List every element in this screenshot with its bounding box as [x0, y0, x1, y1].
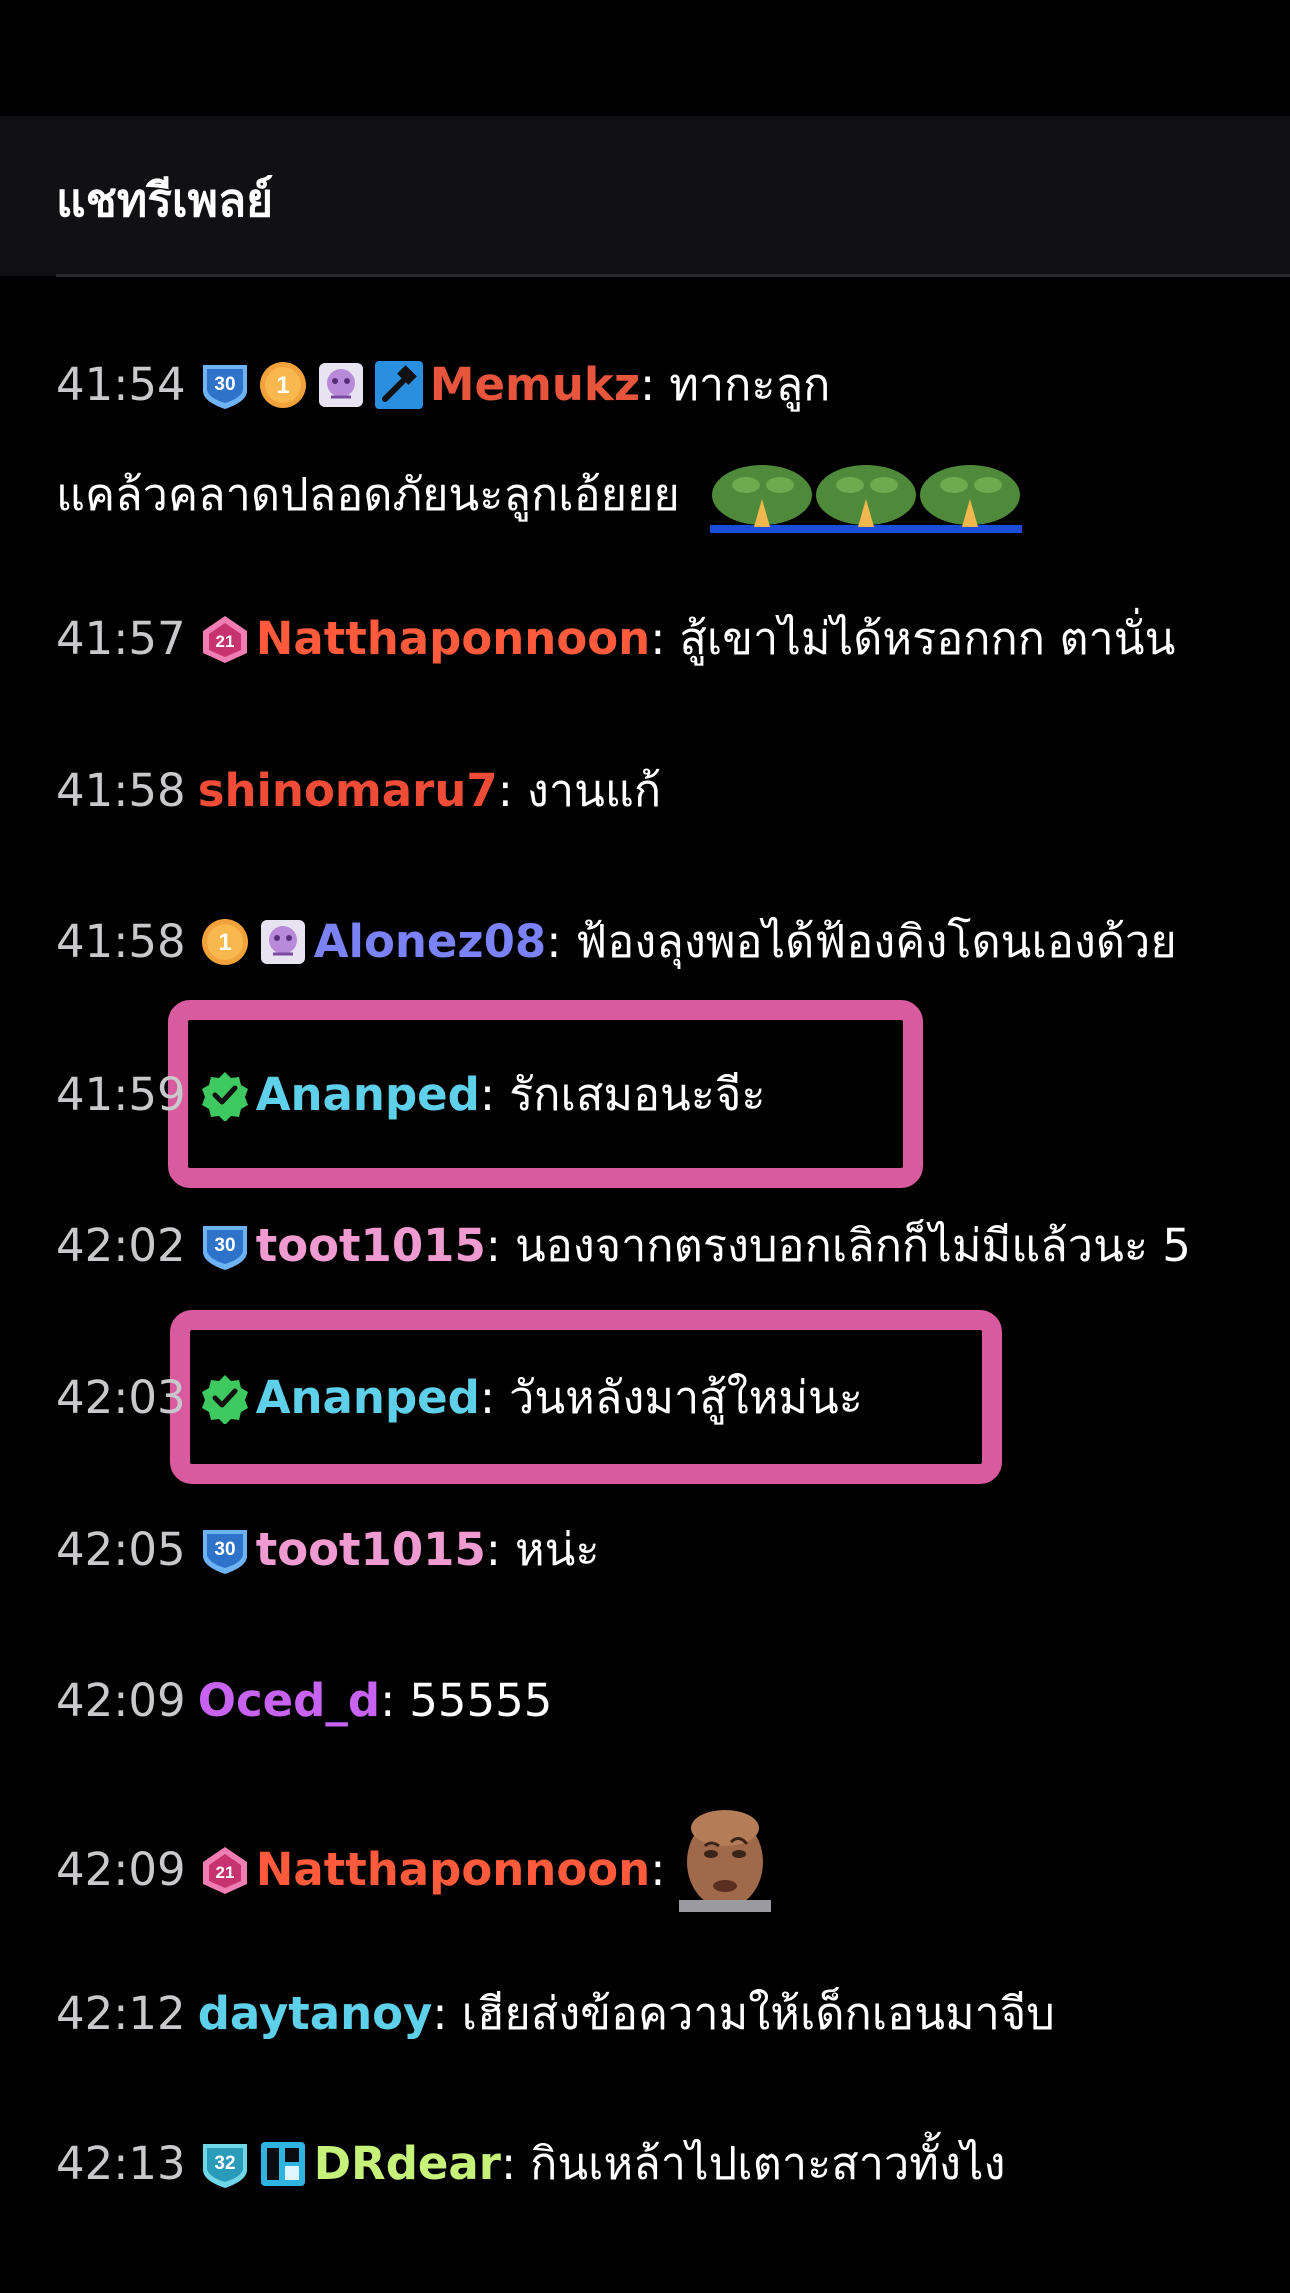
colon-separator: :: [380, 1674, 396, 1727]
username[interactable]: toot1015: [256, 1218, 486, 1274]
timestamp: 41:54: [56, 358, 186, 411]
username[interactable]: Natthaponnoon: [256, 611, 651, 667]
message-text: ฟ้องลุงพอได้ฟ้องคิงโดนเองด้วย: [575, 915, 1177, 968]
message-text: 55555: [409, 1674, 553, 1727]
page-title: แชทรีเพลย์: [56, 173, 274, 227]
message-text: เฮียส่งข้อความให้เด็กเอนมาจีบ: [461, 1987, 1055, 2040]
timestamp: 42:09: [56, 1674, 186, 1727]
bits-1-badge[interactable]: 1: [256, 358, 310, 412]
colon-separator: :: [432, 1987, 448, 2040]
username[interactable]: daytanoy: [198, 1986, 433, 2042]
chat-message[interactable]: 41:58 shinomaru7: งานแก้: [56, 763, 661, 819]
pepe-pray-emote: [813, 465, 918, 533]
colon-separator: :: [546, 915, 562, 968]
username[interactable]: Memukz: [430, 357, 640, 413]
status-bar-area: [0, 0, 1290, 116]
sub-30-badge[interactable]: 30: [198, 1523, 252, 1577]
username[interactable]: Alonez08: [314, 914, 547, 970]
timestamp: 42:09: [56, 1843, 186, 1896]
chat-message[interactable]: 41:57 21 Natthaponnoon: สู้เขาไม่ได้หรอก…: [56, 611, 1175, 667]
message-text: แคล้วคลาดปลอดภัยนะลูกเอ้ยยย: [56, 468, 680, 521]
chat-message[interactable]: 42:03 Ananped: วันหลังมาสู้ใหม่นะ: [56, 1370, 863, 1426]
timestamp: 41:57: [56, 612, 186, 665]
colon-separator: :: [497, 764, 513, 817]
username[interactable]: Oced_d: [198, 1673, 380, 1729]
colon-separator: :: [485, 1219, 501, 1272]
chat-message[interactable]: 42:13 32 DRdear: กินเหล้าไปเตาะสาวทั้งไง: [56, 2136, 1006, 2192]
timestamp: 41:58: [56, 764, 186, 817]
bits-1-badge[interactable]: 1: [198, 915, 252, 969]
verified-badge[interactable]: [198, 1068, 252, 1122]
timestamp: 42:12: [56, 1987, 186, 2040]
chat-message[interactable]: 41:58 1 Alonez08: ฟ้องลุงพอได้ฟ้องคิงโดน…: [56, 914, 1177, 970]
pepe-pray-emote-group: [709, 455, 1022, 533]
chat-message[interactable]: 42:05 30 toot1015: หน่ะ: [56, 1522, 600, 1578]
message-text: ทากะลูก: [669, 358, 831, 411]
message-text: สู้เขาไม่ได้หรอกกก ตานั่น: [679, 612, 1176, 665]
emote-badge[interactable]: [314, 358, 368, 412]
message-text: วันหลังมาสู้ใหม่นะ: [509, 1371, 863, 1424]
svg-text:21: 21: [215, 1863, 234, 1882]
colon-separator: :: [479, 1068, 496, 1121]
colon-separator: :: [485, 1523, 501, 1576]
colon-separator: :: [479, 1371, 496, 1424]
svg-text:32: 32: [214, 2153, 235, 2174]
sub-32-badge[interactable]: 32: [198, 2137, 252, 2191]
message-text: นองจากตรงบอกเลิกก็ไม่มีแล้วนะ 5: [514, 1219, 1191, 1272]
colon-separator: :: [640, 358, 656, 411]
timestamp: 41:59: [56, 1068, 186, 1121]
header-divider: [56, 274, 1290, 277]
pepe-pray-emote: [709, 465, 814, 533]
colon-separator: :: [650, 1843, 666, 1896]
username[interactable]: Ananped: [256, 1067, 480, 1123]
chat-message[interactable]: 42:02 30 toot1015: นองจากตรงบอกเลิกก็ไม่…: [56, 1218, 1191, 1274]
colon-separator: :: [650, 612, 666, 665]
svg-text:30: 30: [214, 374, 235, 395]
message-text: รักเสมอนะจีะ: [509, 1068, 766, 1121]
username[interactable]: shinomaru7: [198, 763, 498, 819]
svg-text:30: 30: [214, 1235, 235, 1256]
chat-message[interactable]: 41:54 30 1 Memukz: ทากะลูก: [56, 357, 830, 413]
timestamp: 41:58: [56, 915, 186, 968]
username[interactable]: DRdear: [314, 2136, 501, 2192]
message-text: กินเหล้าไปเตาะสาวทั้งไง: [530, 2137, 1006, 2190]
timestamp: 42:13: [56, 2137, 186, 2190]
timestamp: 42:05: [56, 1523, 186, 1576]
sub-30-badge[interactable]: 30: [198, 358, 252, 412]
chat-header: แชทรีเพลย์: [0, 116, 1290, 276]
chat-message[interactable]: 42:09 21 Natthaponnoon:: [56, 1810, 772, 1912]
timestamp: 42:03: [56, 1371, 186, 1424]
emote-badge[interactable]: [256, 915, 310, 969]
message-text: หน่ะ: [514, 1523, 600, 1576]
username[interactable]: Ananped: [256, 1370, 480, 1426]
message-continuation: แคล้วคลาดปลอดภัยนะลูกเอ้ยยย: [56, 455, 1022, 533]
svg-text:30: 30: [214, 1539, 235, 1560]
sub-21-badge[interactable]: 21: [198, 1843, 252, 1897]
chat-message[interactable]: 42:09 Oced_d: 55555: [56, 1673, 552, 1729]
glitch-badge[interactable]: [256, 2137, 310, 2191]
chat-message[interactable]: 41:59 Ananped: รักเสมอนะจีะ: [56, 1067, 766, 1123]
svg-text:1: 1: [276, 372, 289, 399]
timestamp: 42:02: [56, 1219, 186, 1272]
username[interactable]: toot1015: [256, 1522, 486, 1578]
message-text: งานแก้: [526, 764, 662, 817]
verified-badge[interactable]: [198, 1371, 252, 1425]
chat-message[interactable]: 42:12 daytanoy: เฮียส่งข้อความให้เด็กเอน…: [56, 1986, 1055, 2042]
sub-30-badge[interactable]: 30: [198, 1219, 252, 1273]
username[interactable]: Natthaponnoon: [256, 1842, 651, 1898]
pepe-pray-emote: [917, 465, 1022, 533]
moderator-hammer-badge[interactable]: [372, 358, 426, 412]
svg-text:1: 1: [218, 929, 231, 956]
sub-21-badge[interactable]: 21: [198, 612, 252, 666]
colon-separator: :: [500, 2137, 517, 2190]
rock-face-emote: [679, 1810, 772, 1912]
svg-text:21: 21: [215, 632, 234, 651]
